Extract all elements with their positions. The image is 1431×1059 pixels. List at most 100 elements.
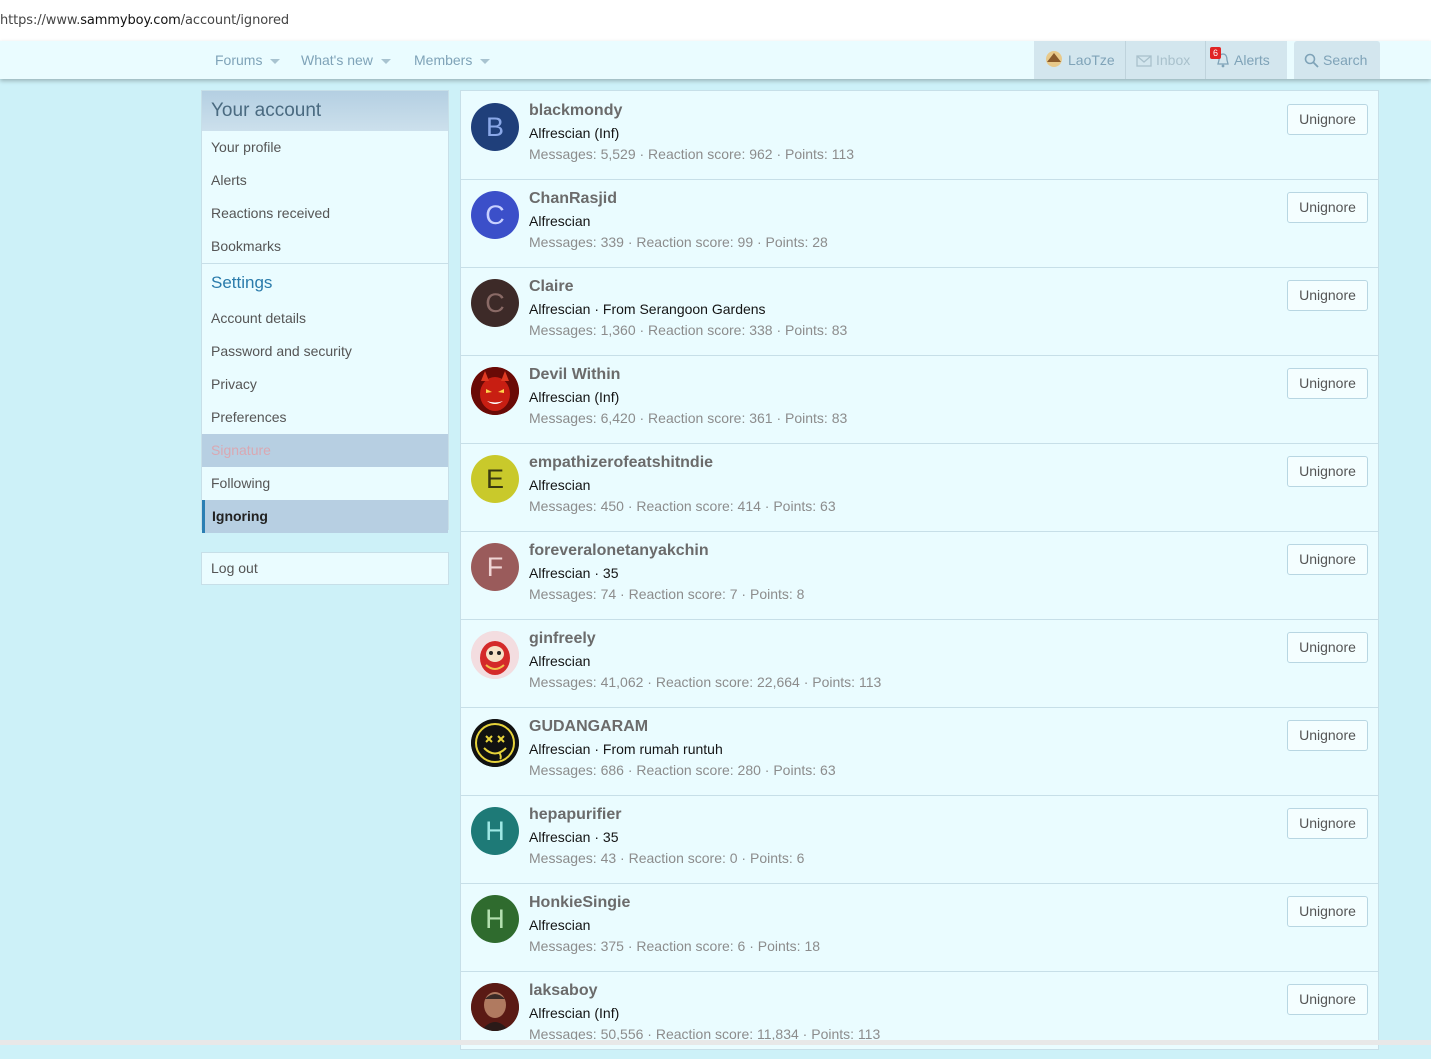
username-link[interactable]: ChanRasjid: [529, 190, 617, 208]
username-link[interactable]: Devil Within: [529, 366, 620, 384]
sidebar-item-following[interactable]: Following: [202, 467, 448, 500]
username-link[interactable]: HonkieSingie: [529, 894, 630, 912]
username-link[interactable]: empathizerofeatshitndie: [529, 454, 713, 472]
user-avatar-icon: [1046, 51, 1062, 67]
logout-link[interactable]: Log out: [201, 552, 449, 585]
avatar[interactable]: C: [471, 279, 519, 327]
chevron-down-icon[interactable]: [270, 58, 281, 64]
user-title: Alfrescian · From rumah runtuh: [529, 741, 723, 757]
unignore-button[interactable]: Unignore: [1287, 896, 1368, 927]
url-path: /account/ignored: [180, 13, 290, 28]
username-link[interactable]: GUDANGARAM: [529, 718, 648, 736]
user-title: Alfrescian (Inf): [529, 1005, 620, 1021]
avatar[interactable]: E: [471, 455, 519, 503]
user-stats: Messages: 6,420 · Reaction score: 361 · …: [529, 410, 848, 426]
list-item: E empathizerofeatshitndie Alfrescian Mes…: [461, 443, 1378, 532]
list-item: C Claire Alfrescian · From Serangoon Gar…: [461, 267, 1378, 356]
username-link[interactable]: hepapurifier: [529, 806, 621, 824]
main-navigation: Forums What's new Members LaoTze Inbox A…: [0, 41, 1431, 79]
sidebar-item-bookmarks[interactable]: Bookmarks: [202, 230, 448, 263]
user-title: Alfrescian: [529, 917, 591, 933]
avatar[interactable]: F: [471, 543, 519, 591]
user-title: Alfrescian: [529, 477, 591, 493]
url-text[interactable]: https://www.sammyboy.com/account/ignored: [0, 13, 289, 28]
unignore-button[interactable]: Unignore: [1287, 368, 1368, 399]
url-prefix: https://www.: [0, 13, 81, 28]
avatar[interactable]: B: [471, 103, 519, 151]
nav-inbox[interactable]: Inbox: [1126, 41, 1205, 79]
list-item: F foreveralonetanyakchin Alfrescian · 35…: [461, 531, 1378, 620]
unignore-button[interactable]: Unignore: [1287, 192, 1368, 223]
sidebar-settings-heading: Settings: [202, 263, 448, 302]
avatar[interactable]: [471, 631, 519, 679]
nav-whats-new[interactable]: What's new: [301, 41, 391, 79]
user-title: Alfrescian (Inf): [529, 125, 620, 141]
nav-forums[interactable]: Forums: [215, 41, 281, 79]
unignore-button[interactable]: Unignore: [1287, 720, 1368, 751]
unignore-button[interactable]: Unignore: [1287, 984, 1368, 1015]
sidebar-item-privacy[interactable]: Privacy: [202, 368, 448, 401]
avatar[interactable]: [471, 983, 519, 1031]
list-item: H HonkieSingie Alfrescian Messages: 375 …: [461, 883, 1378, 972]
chevron-down-icon[interactable]: [380, 58, 391, 64]
username-link[interactable]: laksaboy: [529, 982, 597, 1000]
unignore-button[interactable]: Unignore: [1287, 808, 1368, 839]
sidebar-item-alerts[interactable]: Alerts: [202, 164, 448, 197]
user-stats: Messages: 74 · Reaction score: 7 · Point…: [529, 586, 805, 602]
avatar[interactable]: H: [471, 895, 519, 943]
user-title: Alfrescian · 35: [529, 565, 619, 581]
list-item: Devil Within Alfrescian (Inf) Messages: …: [461, 355, 1378, 444]
sidebar-item-preferences[interactable]: Preferences: [202, 401, 448, 434]
nav-whats-new-label: What's new: [301, 52, 373, 68]
avatar[interactable]: H: [471, 807, 519, 855]
unignore-button[interactable]: Unignore: [1287, 456, 1368, 487]
username-link[interactable]: Claire: [529, 278, 573, 296]
user-stats: Messages: 375 · Reaction score: 6 · Poin…: [529, 938, 821, 954]
username-link[interactable]: blackmondy: [529, 102, 622, 120]
search-icon: [1304, 53, 1319, 68]
user-title: Alfrescian (Inf): [529, 389, 620, 405]
user-stats: Messages: 686 · Reaction score: 280 · Po…: [529, 762, 836, 778]
unignore-button[interactable]: Unignore: [1287, 104, 1368, 135]
avatar[interactable]: C: [471, 191, 519, 239]
window-bottom-edge: [0, 1040, 1431, 1045]
sidebar-item-ignoring[interactable]: Ignoring: [202, 500, 448, 533]
user-title: Alfrescian · From Serangoon Gardens: [529, 301, 766, 317]
avatar[interactable]: [471, 367, 519, 415]
user-title: Alfrescian: [529, 213, 591, 229]
unignore-button[interactable]: Unignore: [1287, 280, 1368, 311]
daruma-doll-icon: [471, 631, 519, 679]
sidebar-item-reactions-received[interactable]: Reactions received: [202, 197, 448, 230]
username-link[interactable]: foreveralonetanyakchin: [529, 542, 709, 560]
chevron-down-icon[interactable]: [480, 58, 491, 64]
sidebar-item-your-profile[interactable]: Your profile: [202, 131, 448, 164]
nav-search-label: Search: [1323, 52, 1368, 68]
sidebar-title: Your account: [202, 91, 448, 131]
url-domain: sammyboy.com: [80, 13, 181, 28]
nav-forums-label: Forums: [215, 52, 263, 68]
sidebar-item-password-security[interactable]: Password and security: [202, 335, 448, 368]
username-link[interactable]: ginfreely: [529, 630, 596, 648]
browser-url-bar[interactable]: https://www.sammyboy.com/account/ignored: [0, 0, 1431, 43]
sidebar-item-account-details[interactable]: Account details: [202, 302, 448, 335]
user-title: Alfrescian · 35: [529, 829, 619, 845]
avatar[interactable]: [471, 719, 519, 767]
nav-members[interactable]: Members: [414, 41, 491, 79]
list-item: ginfreely Alfrescian Messages: 41,062 · …: [461, 619, 1378, 708]
user-stats: Messages: 339 · Reaction score: 99 · Poi…: [529, 234, 828, 250]
user-photo-icon: [471, 983, 519, 1031]
unignore-button[interactable]: Unignore: [1287, 632, 1368, 663]
nav-user-account[interactable]: LaoTze: [1034, 41, 1125, 79]
nav-inbox-label: Inbox: [1156, 52, 1191, 68]
sidebar-item-signature: Signature: [202, 434, 448, 467]
ignored-users-list: B blackmondy Alfrescian (Inf) Messages: …: [460, 90, 1379, 1050]
account-sidebar: Your account Your profile Alerts Reactio…: [201, 90, 449, 533]
user-stats: Messages: 41,062 · Reaction score: 22,66…: [529, 674, 882, 690]
list-item: C ChanRasjid Alfrescian Messages: 339 · …: [461, 179, 1378, 268]
list-item: GUDANGARAM Alfrescian · From rumah runtu…: [461, 707, 1378, 796]
nav-search[interactable]: Search: [1294, 41, 1380, 79]
user-stats: Messages: 5,529 · Reaction score: 962 · …: [529, 146, 855, 162]
list-item: laksaboy Alfrescian (Inf) Messages: 50,5…: [461, 971, 1378, 1059]
user-stats: Messages: 450 · Reaction score: 414 · Po…: [529, 498, 836, 514]
unignore-button[interactable]: Unignore: [1287, 544, 1368, 575]
